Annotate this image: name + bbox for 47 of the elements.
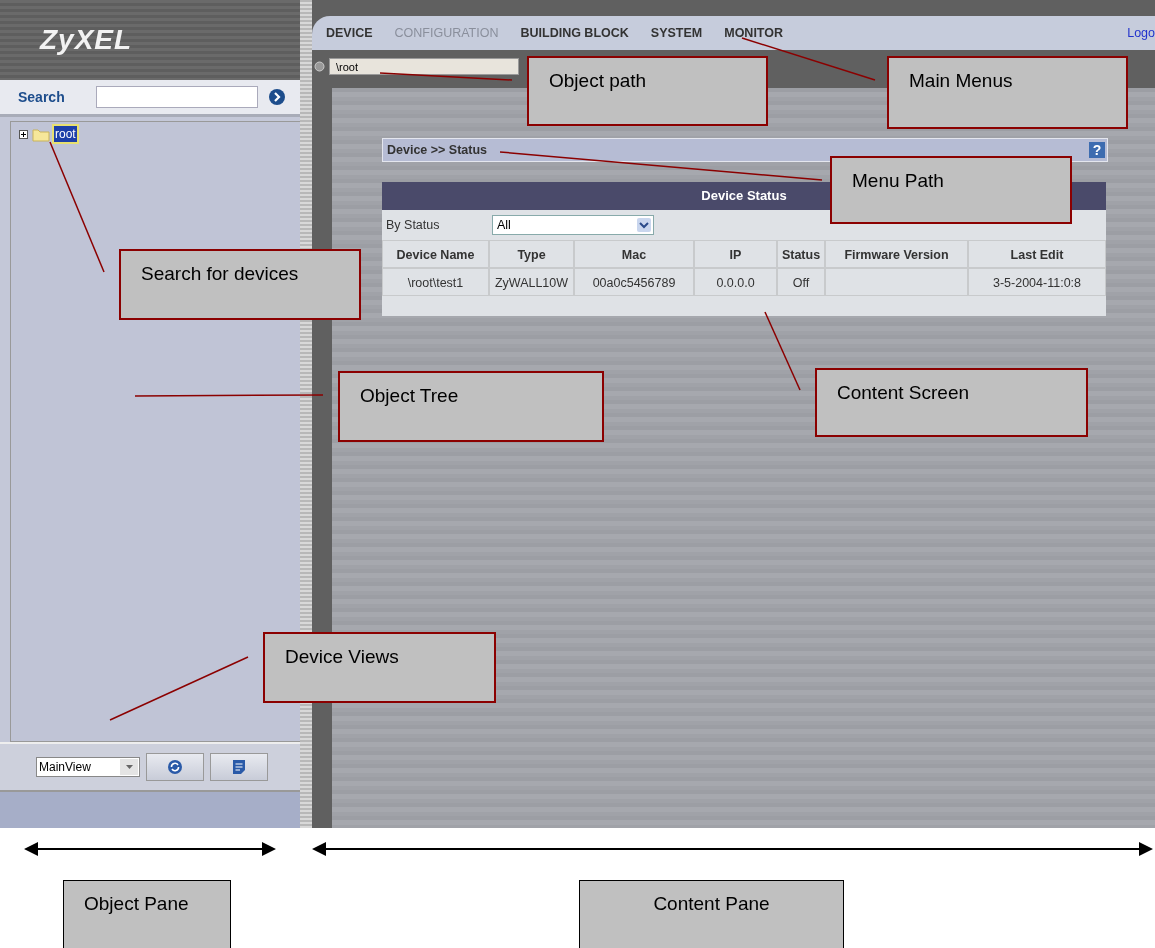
table-cell: 00a0c5456789 — [574, 268, 694, 296]
view-dropdown[interactable]: MainView — [36, 757, 140, 777]
column-header: Firmware Version — [825, 240, 968, 268]
menu-item[interactable]: DEVICE — [326, 26, 373, 40]
document-icon — [232, 759, 246, 775]
refresh-button[interactable] — [146, 753, 204, 781]
search-field[interactable] — [96, 86, 258, 108]
object-path-field: \root — [329, 57, 519, 75]
callout-box: Device Views — [263, 632, 496, 703]
column-header: Device Name — [382, 240, 489, 268]
table-cell: \root\test1 — [382, 268, 489, 296]
column-header: Last Edit — [968, 240, 1106, 268]
refresh-icon — [167, 759, 183, 775]
search-label: Search — [18, 89, 66, 105]
dropdown-arrow-icon[interactable] — [125, 765, 133, 769]
table-cell: 3-5-2004-11:0:8 — [968, 268, 1106, 296]
callout-box: Search for devices — [119, 249, 361, 320]
column-header: Mac — [574, 240, 694, 268]
menu-item[interactable]: BUILDING BLOCK — [520, 26, 629, 40]
status-dropdown[interactable]: All — [492, 215, 654, 235]
go-icon[interactable] — [268, 88, 286, 106]
table-cell: ZyWALL10W — [489, 268, 574, 296]
table-cell: Off — [777, 268, 825, 296]
menu-item[interactable]: SYSTEM — [650, 26, 703, 40]
logout-link[interactable]: Logo — [1127, 26, 1155, 40]
tree-item[interactable]: root — [54, 126, 77, 142]
column-header: Status — [777, 240, 825, 268]
filter-label: By Status — [386, 218, 441, 232]
radio-icon — [314, 60, 325, 72]
column-header: IP — [694, 240, 777, 268]
callout-box: Object Tree — [338, 371, 604, 442]
notes-button[interactable] — [210, 753, 268, 781]
menu-item[interactable]: MONITOR — [724, 26, 783, 40]
callout-box: Content Screen — [815, 368, 1088, 437]
callout-box: Main Menus — [887, 56, 1128, 129]
expand-icon[interactable] — [19, 129, 28, 139]
folder-icon — [32, 126, 50, 142]
pane-label: Content Pane — [579, 880, 844, 948]
menu-path: Device >> Status — [387, 143, 488, 157]
table-cell: 0.0.0.0 — [694, 268, 777, 296]
help-button[interactable]: ? — [1089, 142, 1105, 158]
callout-box: Menu Path — [830, 156, 1072, 224]
callout-box: Object path — [527, 56, 768, 126]
chevron-down-icon[interactable] — [637, 218, 651, 232]
logo: ZyXEL — [40, 24, 133, 56]
column-header: Type — [489, 240, 574, 268]
pane-label: Object Pane — [63, 880, 231, 948]
